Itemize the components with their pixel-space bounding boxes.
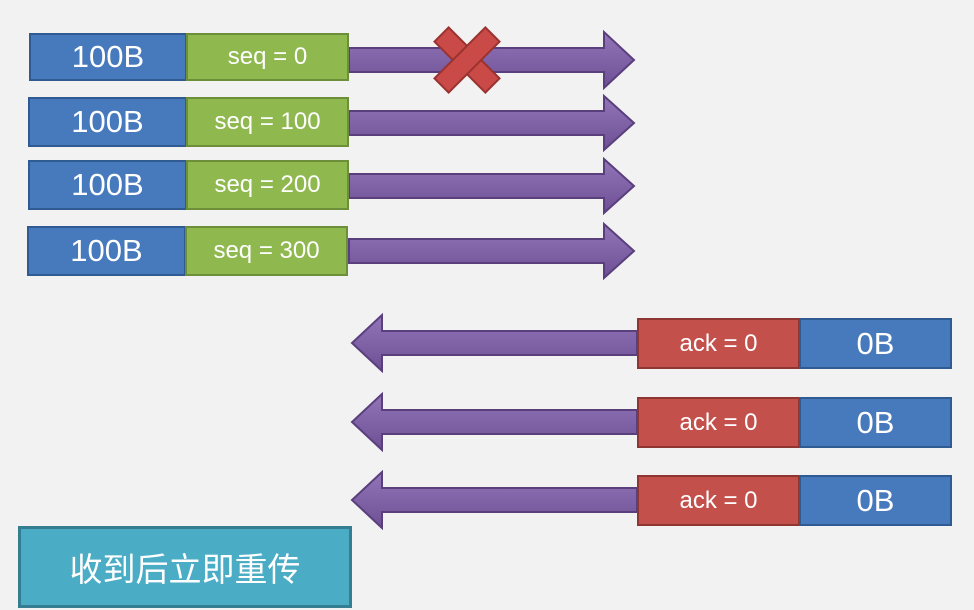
ack-size-box: 0B [799, 475, 952, 526]
segment-seq-box: seq = 0 [186, 33, 349, 81]
segment-size-box: 100B [28, 160, 187, 210]
backward-arrow [350, 469, 638, 531]
ack-size-box: 0B [799, 397, 952, 448]
forward-arrow [348, 156, 636, 216]
forward-arrow [348, 93, 636, 153]
forward-arrow [348, 221, 636, 281]
segment-size-box: 100B [27, 226, 186, 276]
retransmit-note: 收到后立即重传 [18, 526, 352, 608]
retransmission-diagram: 100B seq = 0 100B seq = 100 100B seq = 2… [0, 0, 974, 610]
ack-box: ack = 0 [637, 318, 800, 369]
backward-arrow [350, 391, 638, 453]
segment-size-box: 100B [29, 33, 187, 81]
segment-size-box: 100B [28, 97, 187, 147]
segment-seq-box: seq = 100 [186, 97, 349, 147]
backward-arrow [350, 312, 638, 374]
ack-box: ack = 0 [637, 475, 800, 526]
segment-seq-box: seq = 200 [186, 160, 349, 210]
ack-box: ack = 0 [637, 397, 800, 448]
ack-size-box: 0B [799, 318, 952, 369]
segment-seq-box: seq = 300 [185, 226, 348, 276]
